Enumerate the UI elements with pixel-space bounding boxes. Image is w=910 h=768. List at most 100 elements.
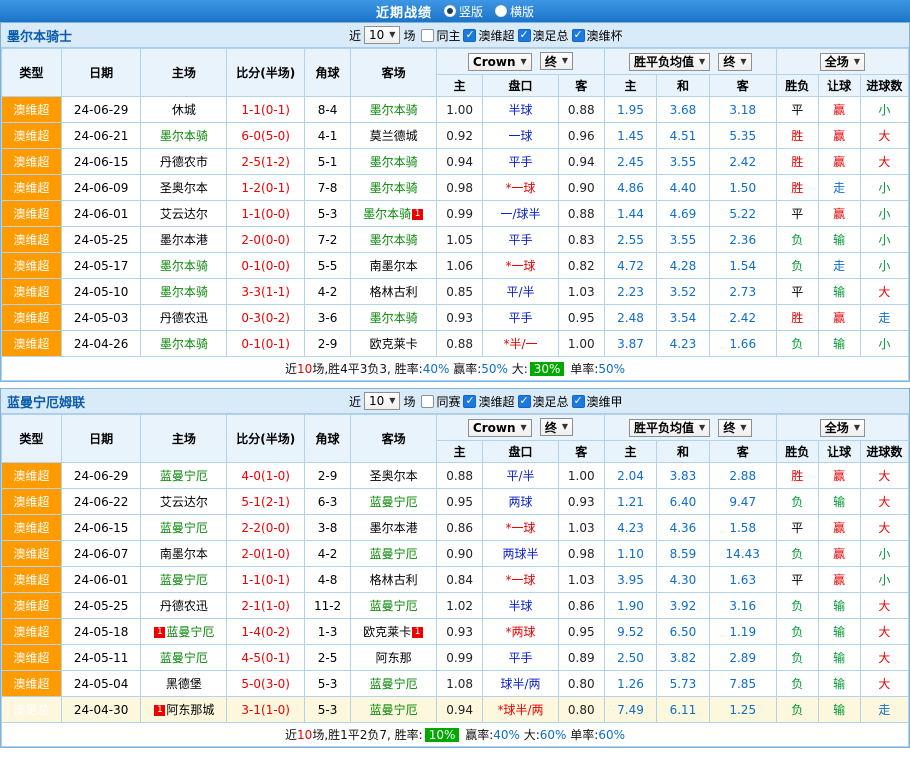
- team-link[interactable]: 墨尔本骑: [160, 129, 208, 143]
- team-link[interactable]: 阿东那城: [166, 703, 214, 717]
- filter-option[interactable]: 澳足总: [518, 27, 569, 44]
- filter-option[interactable]: 澳维杯: [572, 27, 623, 44]
- team-link[interactable]: 墨尔本骑: [160, 337, 208, 351]
- bookmaker-select[interactable]: Crown▼: [468, 419, 532, 437]
- match-score[interactable]: 5-0(3-0): [227, 671, 305, 697]
- team-link[interactable]: 墨尔本港: [370, 521, 418, 535]
- result-goals: 大: [860, 671, 908, 697]
- team-link[interactable]: 格林古利: [370, 285, 418, 299]
- team-link[interactable]: 丹德农迅: [160, 599, 208, 613]
- team-link[interactable]: 蓝曼宁厄: [370, 547, 418, 561]
- match-score[interactable]: 2-0(1-0): [227, 541, 305, 567]
- wdl-avg-select[interactable]: 胜平负均值▼: [629, 53, 710, 71]
- team-link[interactable]: 艾云达尔: [160, 495, 208, 509]
- period-select[interactable]: 全场▼: [820, 53, 865, 71]
- team-link[interactable]: 圣奥尔本: [370, 469, 418, 483]
- crow-handicap: 两球半: [483, 541, 558, 567]
- avg-home-odds: 3.87: [604, 331, 656, 357]
- match-date: 24-06-09: [61, 175, 141, 201]
- result-handicap: 输: [818, 331, 860, 357]
- avg-away-odds: 1.50: [709, 175, 776, 201]
- filter-option[interactable]: 澳足总: [518, 393, 569, 410]
- match-score[interactable]: 1-1(0-1): [227, 567, 305, 593]
- match-score[interactable]: 2-0(0-0): [227, 227, 305, 253]
- team-link[interactable]: 圣奥尔本: [160, 181, 208, 195]
- team-link[interactable]: 蓝曼宁厄: [160, 573, 208, 587]
- bookmaker-select[interactable]: Crown▼: [468, 53, 532, 71]
- team-link[interactable]: 蓝曼宁厄: [370, 703, 418, 717]
- layout-option-horizontal[interactable]: 横版: [495, 3, 534, 20]
- team-link[interactable]: 蓝曼宁厄: [160, 469, 208, 483]
- team-link[interactable]: 南墨尔本: [160, 547, 208, 561]
- team-link[interactable]: 阿东那: [376, 651, 412, 665]
- team-link[interactable]: 黑德堡: [166, 677, 202, 691]
- team-link[interactable]: 欧克莱卡: [363, 625, 411, 639]
- odds-stage-select[interactable]: 终▼: [540, 418, 573, 436]
- avg-away-odds: 1.19: [709, 619, 776, 645]
- layout-option-vertical[interactable]: 竖版: [444, 3, 483, 20]
- match-count-select[interactable]: 10 ▼: [364, 392, 400, 410]
- filter-option[interactable]: 澳维超: [463, 27, 514, 44]
- team-link[interactable]: 蓝曼宁厄: [166, 625, 214, 639]
- wdl-stage-select[interactable]: 终▼: [718, 53, 751, 71]
- match-score[interactable]: 1-1(0-1): [227, 97, 305, 123]
- team-link[interactable]: 蓝曼宁厄: [370, 495, 418, 509]
- team-link[interactable]: 蓝曼宁厄: [370, 677, 418, 691]
- team-link[interactable]: 丹德农市: [160, 155, 208, 169]
- team-link[interactable]: 墨尔本骑: [363, 207, 411, 221]
- match-score[interactable]: 0-1(0-1): [227, 331, 305, 357]
- team-title[interactable]: 墨尔本骑士: [1, 26, 349, 45]
- match-score[interactable]: 1-1(0-0): [227, 201, 305, 227]
- filter-option[interactable]: 同赛: [421, 393, 460, 410]
- team-link[interactable]: 南墨尔本: [370, 259, 418, 273]
- match-score[interactable]: 4-5(0-1): [227, 645, 305, 671]
- team-link[interactable]: 墨尔本骑: [370, 181, 418, 195]
- team-link[interactable]: 丹德农迅: [160, 311, 208, 325]
- team-link[interactable]: 墨尔本骑: [370, 103, 418, 117]
- team-link[interactable]: 格林古利: [370, 573, 418, 587]
- match-count-select[interactable]: 10 ▼: [364, 26, 400, 44]
- filter-option[interactable]: 澳维甲: [572, 393, 623, 410]
- filter-option[interactable]: 同主: [421, 27, 460, 44]
- summary-stats: 近10场,胜4平3负3, 胜率:40% 赢率:50% 大:30% 单率:50%: [2, 357, 909, 381]
- wdl-avg-select[interactable]: 胜平负均值▼: [629, 419, 710, 437]
- team-title[interactable]: 蓝曼宁厄姆联: [1, 392, 349, 411]
- match-score[interactable]: 2-1(1-0): [227, 593, 305, 619]
- match-score[interactable]: 6-0(5-0): [227, 123, 305, 149]
- match-score[interactable]: 1-2(0-1): [227, 175, 305, 201]
- filter-option[interactable]: 澳维超: [463, 393, 514, 410]
- home-team-cell: 蓝曼宁厄: [141, 463, 227, 489]
- match-score[interactable]: 3-1(1-0): [227, 697, 305, 723]
- team-link[interactable]: 休城: [172, 103, 196, 117]
- result-outcome: 胜: [776, 149, 818, 175]
- team-link[interactable]: 墨尔本骑: [370, 155, 418, 169]
- team-link[interactable]: 墨尔本骑: [370, 233, 418, 247]
- match-row: 澳维超24-06-15蓝曼宁厄2-2(0-0)3-8墨尔本港0.86*一球1.0…: [2, 515, 909, 541]
- match-score[interactable]: 2-5(1-2): [227, 149, 305, 175]
- team-link[interactable]: 蓝曼宁厄: [160, 521, 208, 535]
- team-link[interactable]: 墨尔本港: [160, 233, 208, 247]
- match-score[interactable]: 2-2(0-0): [227, 515, 305, 541]
- match-score[interactable]: 0-1(0-0): [227, 253, 305, 279]
- match-score[interactable]: 0-3(0-2): [227, 305, 305, 331]
- team-link[interactable]: 墨尔本骑: [160, 259, 208, 273]
- team-link[interactable]: 莫兰德城: [370, 129, 418, 143]
- match-score[interactable]: 3-3(1-1): [227, 279, 305, 305]
- team-link[interactable]: 蓝曼宁厄: [160, 651, 208, 665]
- team-link[interactable]: 墨尔本骑: [160, 285, 208, 299]
- corner-count: 7-2: [305, 227, 351, 253]
- subcol-home-odds: 主: [437, 75, 483, 97]
- subcol-handicap-result: 让球: [818, 75, 860, 97]
- wdl-stage-select[interactable]: 终▼: [718, 419, 751, 437]
- filter-controls: 近 10 ▼ 场 同主澳维超澳足总澳维杯: [349, 26, 623, 44]
- match-score[interactable]: 4-0(1-0): [227, 463, 305, 489]
- radio-unselected-icon: [495, 5, 507, 17]
- team-link[interactable]: 欧克莱卡: [370, 337, 418, 351]
- match-score[interactable]: 1-4(0-2): [227, 619, 305, 645]
- team-link[interactable]: 墨尔本骑: [370, 311, 418, 325]
- team-link[interactable]: 蓝曼宁厄: [370, 599, 418, 613]
- match-score[interactable]: 5-1(2-1): [227, 489, 305, 515]
- team-link[interactable]: 艾云达尔: [160, 207, 208, 221]
- period-select[interactable]: 全场▼: [820, 419, 865, 437]
- odds-stage-select[interactable]: 终▼: [540, 52, 573, 70]
